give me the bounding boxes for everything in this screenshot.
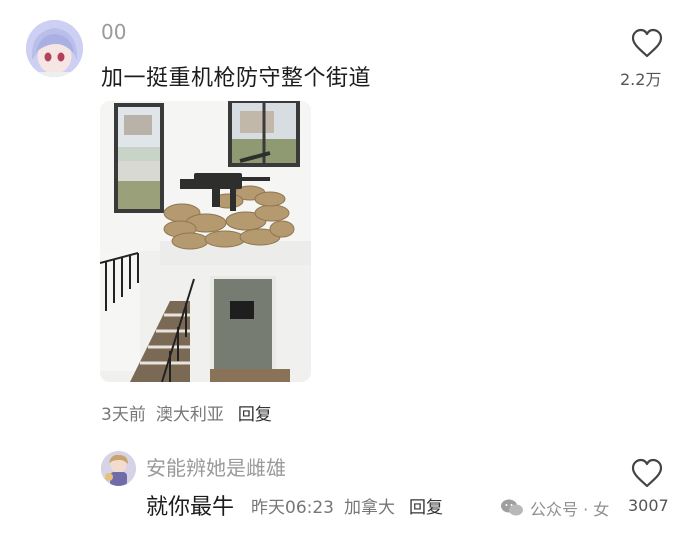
reply-username[interactable]: 安能辨她是雌雄	[146, 452, 286, 481]
reply-avatar[interactable]	[101, 451, 136, 486]
reply-time: 昨天06:23	[251, 498, 334, 518]
staircase-photo	[100, 101, 311, 382]
heart-outline-icon[interactable]	[630, 28, 664, 58]
like-count: 2.2万	[620, 70, 662, 89]
reply-reply-button[interactable]: 回复	[409, 498, 443, 518]
reply-button[interactable]: 回复	[238, 405, 272, 425]
reply-text: 就你最牛	[146, 495, 235, 520]
comment-meta: 3天前 澳大利亚 回复	[101, 400, 282, 425]
watermark: 公众号 · 女	[500, 496, 609, 520]
heart-outline-icon[interactable]	[630, 458, 664, 488]
avatar[interactable]	[26, 20, 83, 77]
reply-meta: 昨天06:23 加拿大 回复	[251, 493, 453, 518]
anime-avatar-image	[26, 20, 83, 77]
comment-text: 加一挺重机枪防守整个街道	[101, 66, 372, 91]
reply-like-count: 3007	[628, 496, 669, 515]
wechat-icon	[501, 499, 523, 516]
watermark-text: 公众号 · 女	[530, 500, 610, 519]
comment-time: 3天前	[101, 405, 146, 425]
comment-location: 澳大利亚	[155, 405, 224, 425]
reply-avatar-image	[101, 451, 136, 486]
reply-location: 加拿大	[344, 498, 395, 518]
comment-image[interactable]	[100, 101, 311, 382]
comment-username[interactable]: 00	[101, 20, 126, 44]
